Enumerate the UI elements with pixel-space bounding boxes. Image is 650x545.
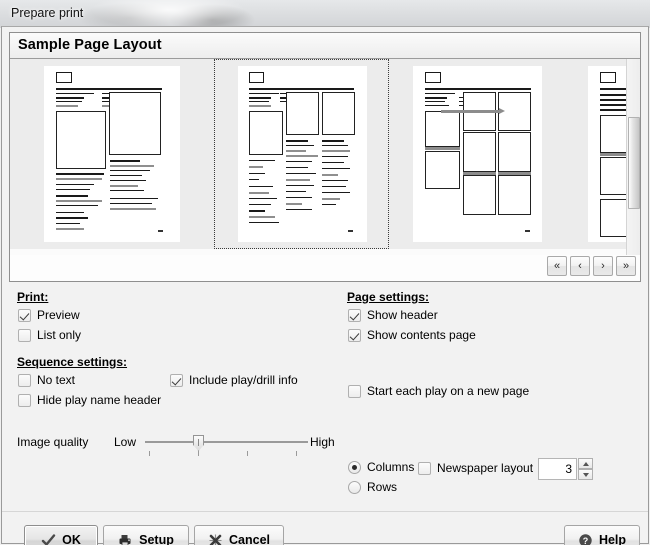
slider-tick (296, 451, 297, 456)
help-accelerator: H (598, 533, 608, 545)
rows-label: Rows (367, 480, 398, 494)
question-mark-icon: ? (578, 533, 593, 545)
newspaper-layout-checkbox-box[interactable] (418, 461, 431, 475)
flow-arrow-head-icon (499, 108, 505, 114)
sample-page-layout-panel: Sample Page Layout « ‹ › » (9, 32, 641, 282)
no-text-label: No text (37, 373, 76, 387)
rows-radio-dot[interactable] (348, 480, 361, 494)
no-text-checkbox-box[interactable] (18, 373, 31, 387)
footer-divider (2, 511, 648, 512)
thumbnail-nav-buttons: « ‹ › » (547, 256, 636, 278)
newspaper-layout-label: Newspaper layout (437, 461, 534, 475)
show-contents-page-checkbox-box[interactable] (348, 328, 361, 342)
show-contents-page-label: Show contents page (367, 328, 476, 342)
layout-thumbnail-3[interactable] (389, 59, 564, 249)
list-only-label: List only (37, 328, 82, 342)
ok-button-label: OK (62, 533, 81, 545)
layout-thumbnail-1[interactable] (10, 59, 214, 249)
checkbox-show-contents-page[interactable]: Show contents page (348, 328, 476, 342)
preview-label: Preview (37, 308, 80, 322)
include-play-drill-info-checkbox-box[interactable] (170, 373, 183, 387)
page-layout-thumbnail-strip[interactable] (10, 59, 640, 255)
print-group-label: Print: (17, 290, 49, 304)
help-label-rest: elp (607, 533, 627, 545)
printer-icon (118, 533, 133, 545)
window-title: Prepare print (11, 6, 84, 20)
chevron-up-icon (582, 461, 589, 466)
thumbnail-strip-scrollbar[interactable] (626, 59, 640, 255)
column-count-decrement-button[interactable] (578, 469, 593, 480)
include-play-drill-info-label: Include play/drill info (189, 373, 298, 387)
preview-checkbox-box[interactable] (18, 308, 31, 322)
hide-play-name-header-label: Hide play name header (37, 393, 162, 407)
hide-play-name-header-checkbox-box[interactable] (18, 393, 31, 407)
column-count-increment-button[interactable] (578, 458, 593, 469)
radio-rows[interactable]: Rows (348, 480, 397, 494)
cancel-button-label: Cancel (229, 533, 270, 545)
image-quality-slider[interactable] (145, 433, 308, 456)
show-header-checkbox-box[interactable] (348, 308, 361, 322)
prepare-print-dialog: Prepare print Sample Page Layout « ‹ › »… (0, 0, 650, 545)
image-quality-low-label: Low (114, 435, 137, 449)
radio-columns[interactable]: Columns (348, 460, 414, 474)
dialog-client-area: Sample Page Layout « ‹ › » Print: Previe… (1, 26, 649, 545)
start-each-play-on-new-page-checkbox-box[interactable] (348, 384, 361, 398)
slider-tick (247, 451, 248, 456)
setup-button-label: Setup (139, 533, 174, 545)
x-mark-icon (208, 533, 223, 545)
nav-first-button[interactable]: « (547, 256, 567, 276)
start-each-play-on-new-page-label: Start each play on a new page (367, 384, 530, 398)
page-title: Sample Page Layout (18, 37, 162, 53)
column-count-stepper[interactable]: 3 (538, 458, 594, 480)
ok-button[interactable]: OK (24, 525, 98, 545)
checkbox-start-each-play-on-new-page[interactable]: Start each play on a new page (348, 384, 529, 398)
sequence-settings-group-label: Sequence settings: (17, 355, 128, 369)
image-quality-high-label: High (310, 435, 335, 449)
columns-radio-dot[interactable] (348, 460, 361, 474)
window-titlebar[interactable]: Prepare print (0, 0, 650, 28)
column-count-input[interactable]: 3 (538, 458, 577, 480)
checkbox-list-only[interactable]: List only (18, 328, 81, 342)
nav-previous-button[interactable]: ‹ (570, 256, 590, 276)
checkbox-include-play-drill-info[interactable]: Include play/drill info (170, 373, 298, 387)
panel-header: Sample Page Layout (10, 33, 640, 59)
help-button[interactable]: ? Help (564, 525, 640, 545)
show-header-label: Show header (367, 308, 438, 322)
scrollbar-thumb[interactable] (628, 117, 640, 209)
checkmark-icon (41, 533, 56, 545)
slider-tick (149, 451, 150, 456)
checkbox-show-header[interactable]: Show header (348, 308, 438, 322)
columns-label: Columns (367, 460, 415, 474)
cancel-button[interactable]: Cancel (194, 525, 284, 545)
chevron-down-icon (582, 472, 589, 477)
flow-arrow-icon (441, 110, 501, 113)
nav-next-button[interactable]: › (593, 256, 613, 276)
layout-thumbnail-2[interactable] (214, 59, 389, 249)
checkbox-hide-play-name-header[interactable]: Hide play name header (18, 393, 161, 407)
slider-track[interactable] (145, 441, 308, 443)
slider-tick (198, 451, 199, 456)
setup-button[interactable]: Setup (103, 525, 189, 545)
nav-last-button[interactable]: » (616, 256, 636, 276)
checkbox-no-text[interactable]: No text (18, 373, 75, 387)
checkbox-preview[interactable]: Preview (18, 308, 80, 322)
slider-thumb[interactable] (193, 435, 204, 451)
help-button-label: Help (599, 533, 626, 545)
checkbox-newspaper-layout[interactable]: Newspaper layout (418, 461, 533, 475)
list-only-checkbox-box[interactable] (18, 328, 31, 342)
svg-text:?: ? (583, 536, 589, 545)
page-settings-group-label: Page settings: (347, 290, 430, 304)
image-quality-label: Image quality (17, 435, 89, 449)
